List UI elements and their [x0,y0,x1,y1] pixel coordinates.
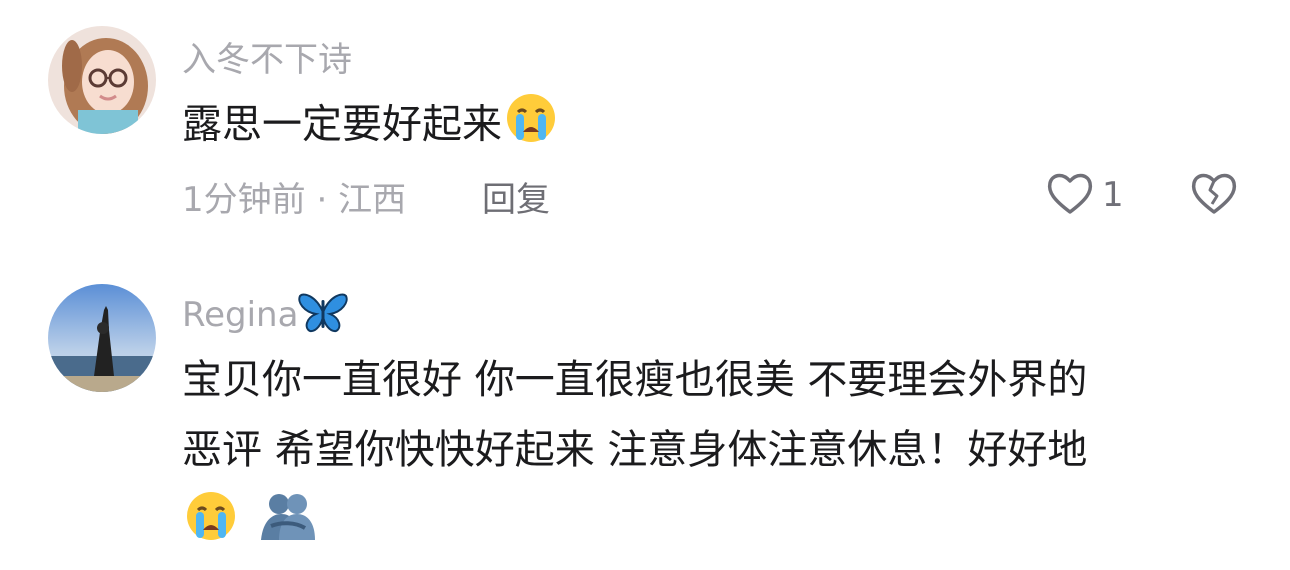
like-count: 1 [1102,175,1124,215]
comment-text: 宝贝你一直很好 你一直很瘦也很美 不要理会外界的 恶评 希望你快快好起来 注意身… [182,350,1222,550]
avatar[interactable] [48,26,156,134]
crying-face-emoji [502,92,560,161]
comment-text-line: 恶评 希望你快快好起来 注意身体注意休息！好好地 [182,427,1088,473]
comment-emojis [182,490,1222,550]
comment-text: 露思一定要好起来 [182,92,1222,161]
dislike-button[interactable] [1190,170,1238,220]
crying-face-emoji [182,490,240,559]
comment-time: 1分钟前 [182,180,306,220]
avatar[interactable] [48,284,156,392]
meta-separator: · [316,180,328,220]
heart-icon [1046,170,1094,220]
username[interactable]: 入冬不下诗 [182,32,352,81]
reply-button[interactable]: 回复 [482,172,550,221]
hug-emoji [257,490,319,559]
username[interactable]: Regina [182,290,349,343]
comment-meta: 1分钟前 · 江西 [182,172,406,221]
comment-location: 江西 [338,180,407,220]
username-text: Regina [182,295,299,335]
butterfly-icon [298,290,349,343]
comment-text-body: 露思一定要好起来 [182,101,502,148]
comment-text-line: 宝贝你一直很好 你一直很瘦也很美 不要理会外界的 [182,357,1088,403]
broken-heart-icon [1190,173,1238,220]
like-button[interactable]: 1 [1046,170,1124,220]
